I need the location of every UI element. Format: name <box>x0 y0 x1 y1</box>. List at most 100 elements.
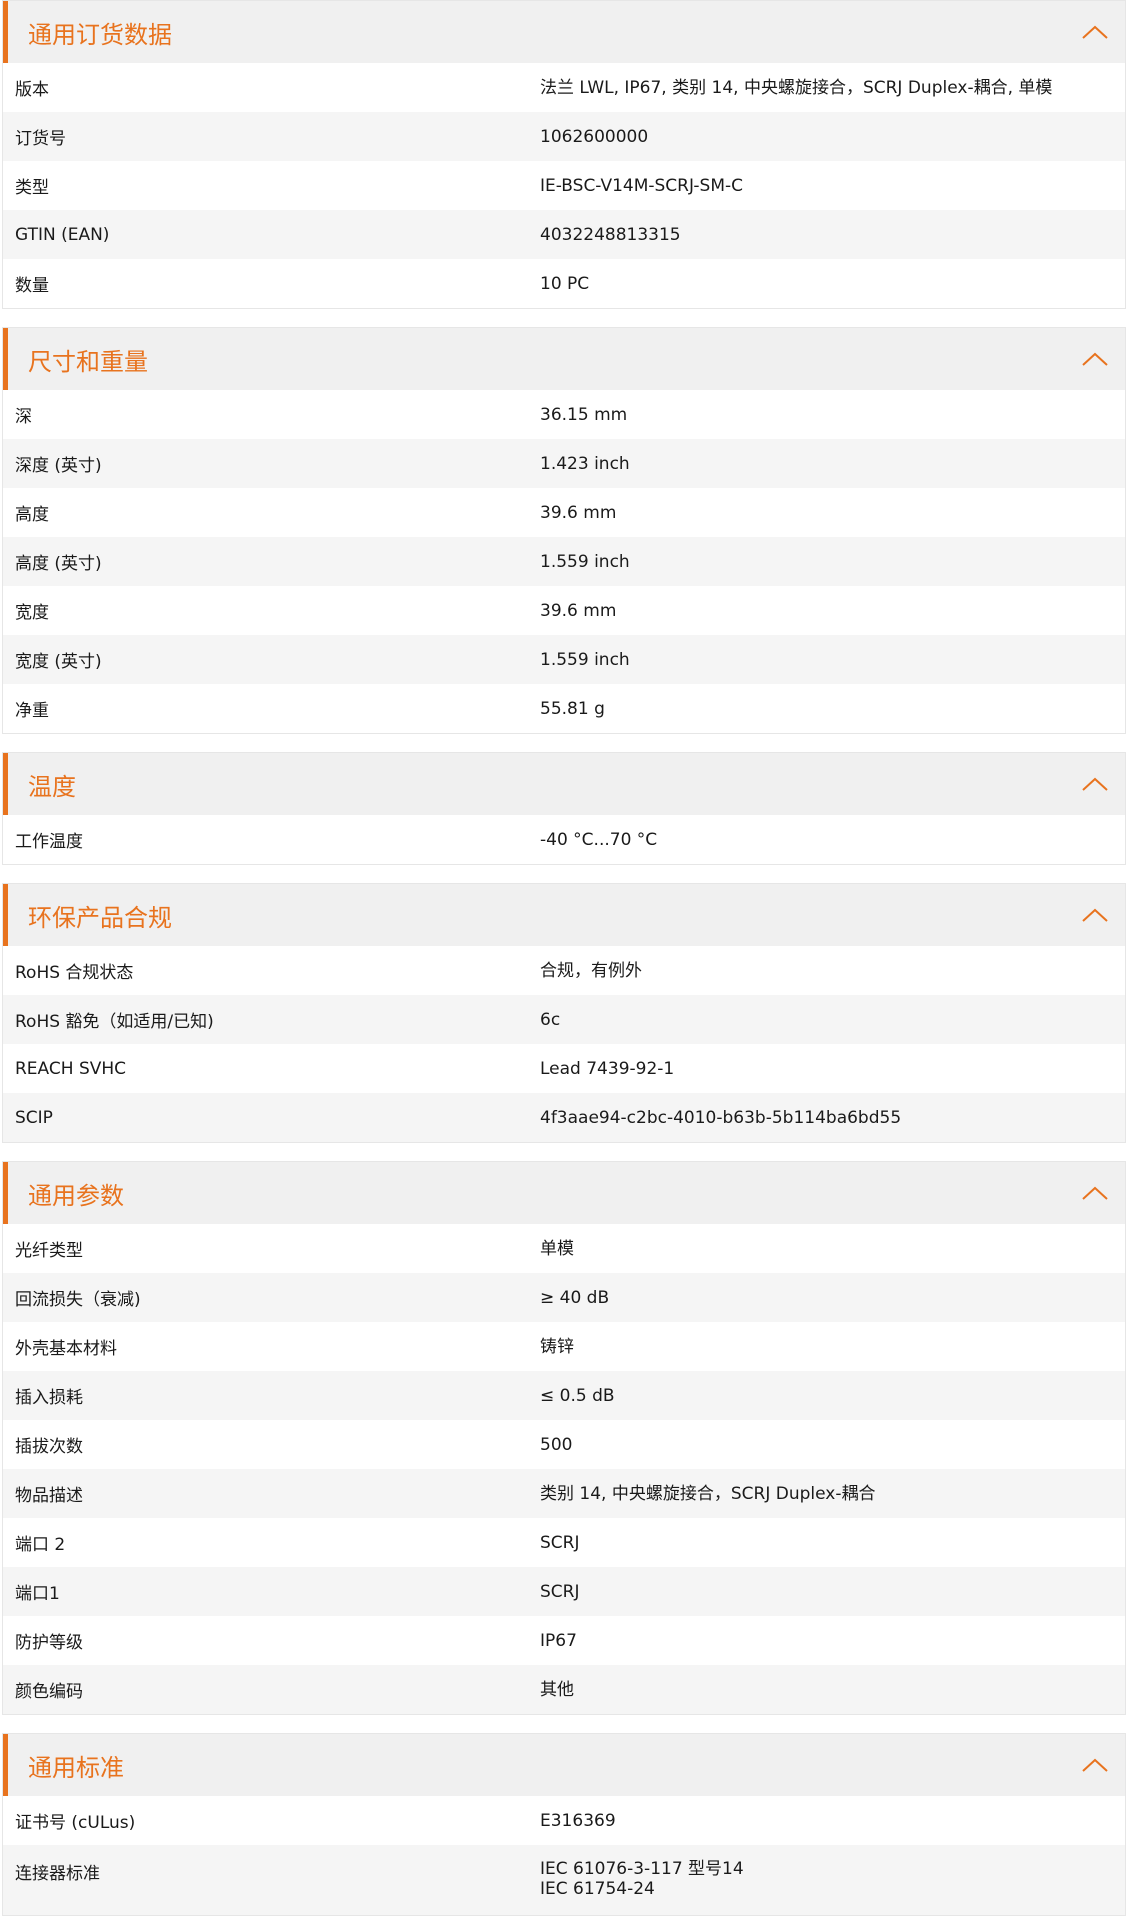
section-header[interactable]: 通用标准 <box>3 1734 1125 1796</box>
row-label: RoHS 豁免（如适用/已知) <box>15 1012 214 1032</box>
section-rows: 证书号 (cULus) E316369 连接器标准 IEC 61076-3-117… <box>3 1796 1125 1915</box>
row-value: 39.6 mm <box>540 502 617 523</box>
table-row: 类型 IE-BSC-V14M-SCRJ-SM-C <box>3 161 1125 210</box>
row-value: 其他 <box>540 1679 574 1700</box>
table-row: GTIN (EAN) 4032248813315 <box>3 210 1125 259</box>
row-label: 高度 (英寸) <box>15 554 102 574</box>
row-value: SCRJ <box>540 1581 580 1602</box>
page: 通用订货数据 版本 法兰 LWL, IP67, 类别 14, 中央螺旋接合，SCR… <box>0 0 1126 1916</box>
table-row: 光纤类型 单模 <box>3 1224 1125 1273</box>
table-row: 深度 (英寸) 1.423 inch <box>3 439 1125 488</box>
row-label: 订货号 <box>15 129 66 149</box>
row-label: RoHS 合规状态 <box>15 963 134 983</box>
section-title: 温度 <box>28 772 76 801</box>
row-value: 单模 <box>540 1238 574 1259</box>
row-label: 物品描述 <box>15 1486 83 1506</box>
section-rows: 深 36.15 mm 深度 (英寸) 1.423 inch 高度 39.6 mm 高度… <box>3 390 1125 733</box>
chevron-up-icon[interactable] <box>1081 24 1109 40</box>
row-label: 外壳基本材料 <box>15 1339 117 1359</box>
row-label: 光纤类型 <box>15 1241 83 1261</box>
section-rows: RoHS 合规状态 合规，有例外 RoHS 豁免（如适用/已知) 6c REACH … <box>3 946 1125 1142</box>
row-value: -40 °C...70 °C <box>540 829 658 850</box>
row-value: Lead 7439-92-1 <box>540 1058 675 1079</box>
row-label: 插入损耗 <box>15 1388 83 1408</box>
table-row: 高度 (英寸) 1.559 inch <box>3 537 1125 586</box>
row-value: 类别 14, 中央螺旋接合，SCRJ Duplex-耦合 <box>540 1483 876 1504</box>
table-row: 证书号 (cULus) E316369 <box>3 1796 1125 1845</box>
row-label: SCIP <box>15 1107 53 1128</box>
row-label: 端口 2 <box>15 1535 66 1555</box>
table-row: 插拔次数 500 <box>3 1420 1125 1469</box>
section-title: 通用订货数据 <box>28 20 172 49</box>
row-value: 法兰 LWL, IP67, 类别 14, 中央螺旋接合，SCRJ Duplex-… <box>540 77 1053 98</box>
row-label: 版本 <box>15 80 49 100</box>
table-row: 净重 55.81 g <box>3 684 1125 733</box>
row-value: SCRJ <box>540 1532 580 1553</box>
table-row: 数量 10 PC <box>3 259 1125 308</box>
table-row: RoHS 合规状态 合规，有例外 <box>3 946 1125 995</box>
row-value: 39.6 mm <box>540 600 617 621</box>
section-temperature: 温度 工作温度 -40 °C...70 °C <box>2 752 1126 865</box>
chevron-up-icon[interactable] <box>1081 1757 1109 1773</box>
row-value: 1.559 inch <box>540 551 630 572</box>
section-title: 通用标准 <box>28 1753 124 1782</box>
row-value: IP67 <box>540 1630 577 1651</box>
section-header[interactable]: 通用参数 <box>3 1162 1125 1224</box>
row-label: 工作温度 <box>15 832 83 852</box>
table-row: 插入损耗 ≤ 0.5 dB <box>3 1371 1125 1420</box>
row-value: IEC 61076-3-117 型号14 IEC 61754-24 <box>540 1845 1125 1899</box>
row-label: 深度 (英寸) <box>15 456 102 476</box>
row-label: 颜色编码 <box>15 1682 83 1702</box>
row-value: 10 PC <box>540 273 590 294</box>
row-label: 端口1 <box>15 1584 60 1604</box>
row-value: 1062600000 <box>540 126 649 147</box>
row-value: 铸锌 <box>540 1336 574 1357</box>
section-title: 通用参数 <box>28 1181 124 1210</box>
row-value: 4f3aae94-c2bc-4010-b63b-5b114ba6bd55 <box>540 1107 902 1128</box>
chevron-up-icon[interactable] <box>1081 1185 1109 1201</box>
row-label: 证书号 (cULus) <box>15 1813 136 1833</box>
table-row: 版本 法兰 LWL, IP67, 类别 14, 中央螺旋接合，SCRJ Duple… <box>3 63 1125 112</box>
row-label: 高度 <box>15 505 49 525</box>
table-row: 防护等级 IP67 <box>3 1616 1125 1665</box>
section-header[interactable]: 温度 <box>3 753 1125 815</box>
section-header[interactable]: 环保产品合规 <box>3 884 1125 946</box>
row-label: 深 <box>15 407 32 427</box>
chevron-up-icon[interactable] <box>1081 776 1109 792</box>
row-label: 回流损失（衰减) <box>15 1290 141 1310</box>
row-value: IE-BSC-V14M-SCRJ-SM-C <box>540 175 743 196</box>
row-label: 净重 <box>15 701 49 721</box>
row-label: 宽度 <box>15 603 49 623</box>
chevron-up-icon[interactable] <box>1081 907 1109 923</box>
section-environmental-compliance: 环保产品合规 RoHS 合规状态 合规，有例外 RoHS 豁免（如适用/已知) 6c… <box>2 883 1126 1143</box>
row-label: 宽度 (英寸) <box>15 652 102 672</box>
row-value: 55.81 g <box>540 698 605 719</box>
section-header[interactable]: 通用订货数据 <box>3 1 1125 63</box>
table-row: 深 36.15 mm <box>3 390 1125 439</box>
row-value: 4032248813315 <box>540 224 681 245</box>
table-row: 连接器标准 IEC 61076-3-117 型号14 IEC 61754-24 <box>3 1845 1125 1915</box>
table-row: 工作温度 -40 °C...70 °C <box>3 815 1125 864</box>
section-title: 尺寸和重量 <box>28 347 148 376</box>
chevron-up-icon[interactable] <box>1081 351 1109 367</box>
row-value: 1.559 inch <box>540 649 630 670</box>
row-label: REACH SVHC <box>15 1058 127 1079</box>
row-value-line: IEC 61076-3-117 型号14 <box>540 1859 744 1879</box>
row-value: E316369 <box>540 1810 616 1831</box>
row-value: 1.423 inch <box>540 453 630 474</box>
section-header[interactable]: 尺寸和重量 <box>3 328 1125 390</box>
table-row: 外壳基本材料 铸锌 <box>3 1322 1125 1371</box>
section-rows: 光纤类型 单模 回流损失（衰减) ≥ 40 dB 外壳基本材料 铸锌 插入损耗 ≤ 0.… <box>3 1224 1125 1714</box>
section-general-parameters: 通用参数 光纤类型 单模 回流损失（衰减) ≥ 40 dB 外壳基本材料 铸锌 插入损… <box>2 1161 1126 1715</box>
row-label: 防护等级 <box>15 1633 83 1653</box>
row-value: 合规，有例外 <box>540 960 642 981</box>
row-label: 数量 <box>15 276 49 296</box>
table-row: REACH SVHC Lead 7439-92-1 <box>3 1044 1125 1093</box>
table-row: SCIP 4f3aae94-c2bc-4010-b63b-5b114ba6bd55 <box>3 1093 1125 1142</box>
row-label: 类型 <box>15 178 49 198</box>
table-row: 端口 2 SCRJ <box>3 1518 1125 1567</box>
row-value: 500 <box>540 1434 573 1455</box>
table-row: RoHS 豁免（如适用/已知) 6c <box>3 995 1125 1044</box>
row-label: 连接器标准 <box>15 1864 100 1884</box>
section-rows: 工作温度 -40 °C...70 °C <box>3 815 1125 864</box>
